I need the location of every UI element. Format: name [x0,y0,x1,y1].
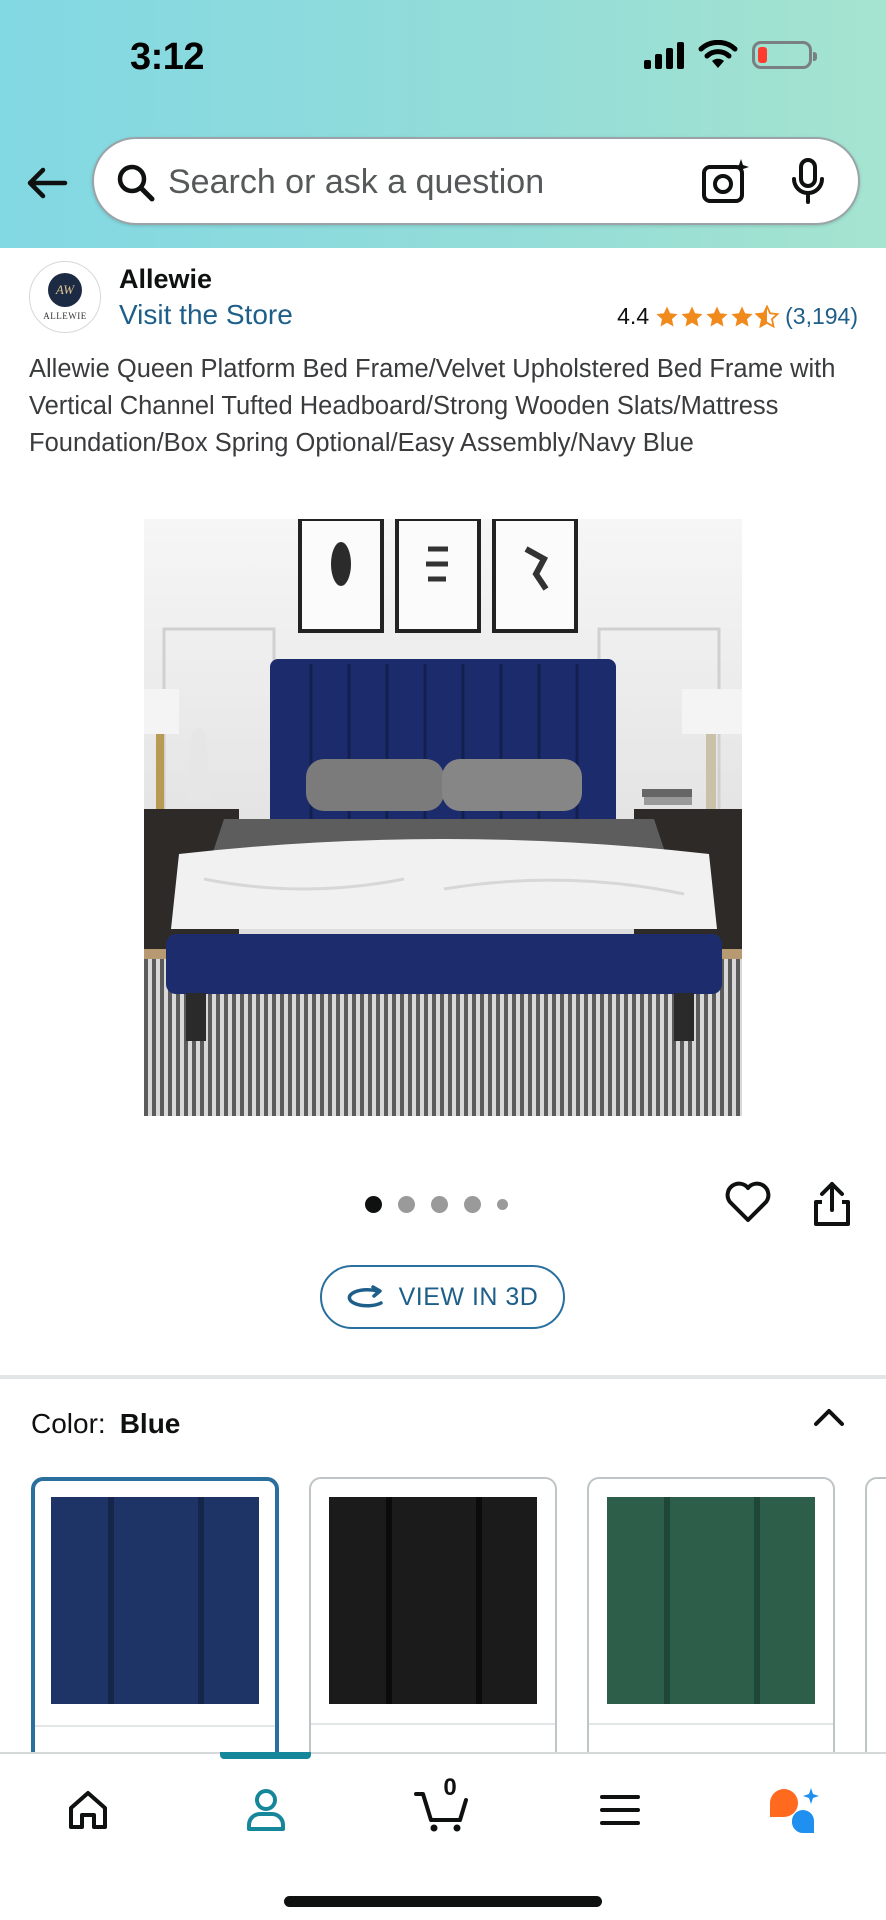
image-carousel-dots[interactable] [365,1196,508,1213]
color-swatch-list [0,1477,886,1752]
view-in-3d-button[interactable]: VIEW IN 3D [320,1265,565,1329]
swatch-divider [35,1725,275,1727]
swatch-divider [311,1723,555,1725]
wifi-icon [698,40,738,68]
swatch-image-green [607,1497,815,1704]
search-input[interactable] [168,155,688,209]
search-icon [117,164,155,202]
product-title: Allewie Queen Platform Bed Frame/Velvet … [29,355,836,457]
swatch-image-blue [51,1497,259,1704]
carousel-dot[interactable] [398,1196,415,1213]
carousel-dot[interactable] [497,1199,508,1210]
bed-photo [144,519,742,1116]
battery-icon [752,41,817,69]
cellular-signal-icon [644,41,684,69]
cart-count-badge: 0 [443,1774,457,1801]
rating-count[interactable]: (3,194) [785,303,858,330]
status-icons [644,40,817,70]
heart-icon [725,1181,771,1222]
bottom-navigation: 0 [0,1752,886,1920]
half-star-icon [755,304,780,328]
arrow-left-icon [27,167,68,199]
color-swatch-black[interactable] [309,1477,557,1752]
chevron-up-icon [814,1409,844,1426]
star-icon [681,306,703,326]
rotate-3d-icon [347,1285,383,1308]
star-icon [656,306,678,326]
color-selector-header: Color: Blue [31,1408,180,1440]
microphone-icon[interactable] [788,157,828,207]
rating-value: 4.4 [617,303,650,329]
star-icon [706,306,728,326]
color-swatch-more[interactable] [865,1477,886,1752]
back-button[interactable] [22,158,72,208]
section-divider [0,1375,886,1379]
color-swatch-green[interactable] [587,1477,835,1752]
star-icon [731,306,753,326]
nav-account[interactable] [236,1780,296,1840]
rufus-icon [770,1788,819,1834]
nav-menu[interactable] [590,1780,650,1840]
add-to-list-button[interactable] [724,1180,772,1229]
status-time: 3:12 [130,36,205,78]
camera-lens-icon[interactable] [700,157,750,205]
carousel-dot[interactable] [464,1196,481,1213]
visit-store-link[interactable]: Visit the Store [119,299,293,331]
store-logo[interactable]: AW ALLEWIE [29,261,101,333]
battery-level [758,47,767,63]
color-swatch-blue[interactable] [31,1477,279,1752]
logo-text: ALLEWIE [43,311,87,321]
view-in-3d-label: VIEW IN 3D [398,1282,539,1311]
carousel-dot-active[interactable] [365,1196,382,1213]
logo-monogram: AW [48,273,82,307]
swatch-divider [589,1723,833,1725]
nav-rufus[interactable] [764,1780,824,1840]
nav-cart[interactable]: 0 [412,1774,472,1840]
selected-color: Blue [119,1408,181,1439]
top-bar: 3:12 [0,0,886,248]
account-icon [247,1789,285,1831]
nav-home[interactable] [58,1780,118,1840]
store-name: Allewie [119,264,213,294]
share-button[interactable] [810,1180,854,1233]
swatch-image-black [329,1497,537,1704]
star-rating [655,304,780,329]
search-bar[interactable] [92,137,860,225]
active-tab-indicator [220,1752,311,1759]
menu-icon [600,1795,640,1825]
collapse-color-button[interactable] [810,1402,848,1437]
rating-summary[interactable]: 4.4 (3,194) [617,303,858,330]
color-label: Color: [31,1408,106,1439]
product-image[interactable] [144,519,742,1116]
carousel-dot[interactable] [431,1196,448,1213]
share-icon [814,1182,850,1226]
home-icon [69,1791,107,1829]
home-indicator [284,1896,602,1907]
